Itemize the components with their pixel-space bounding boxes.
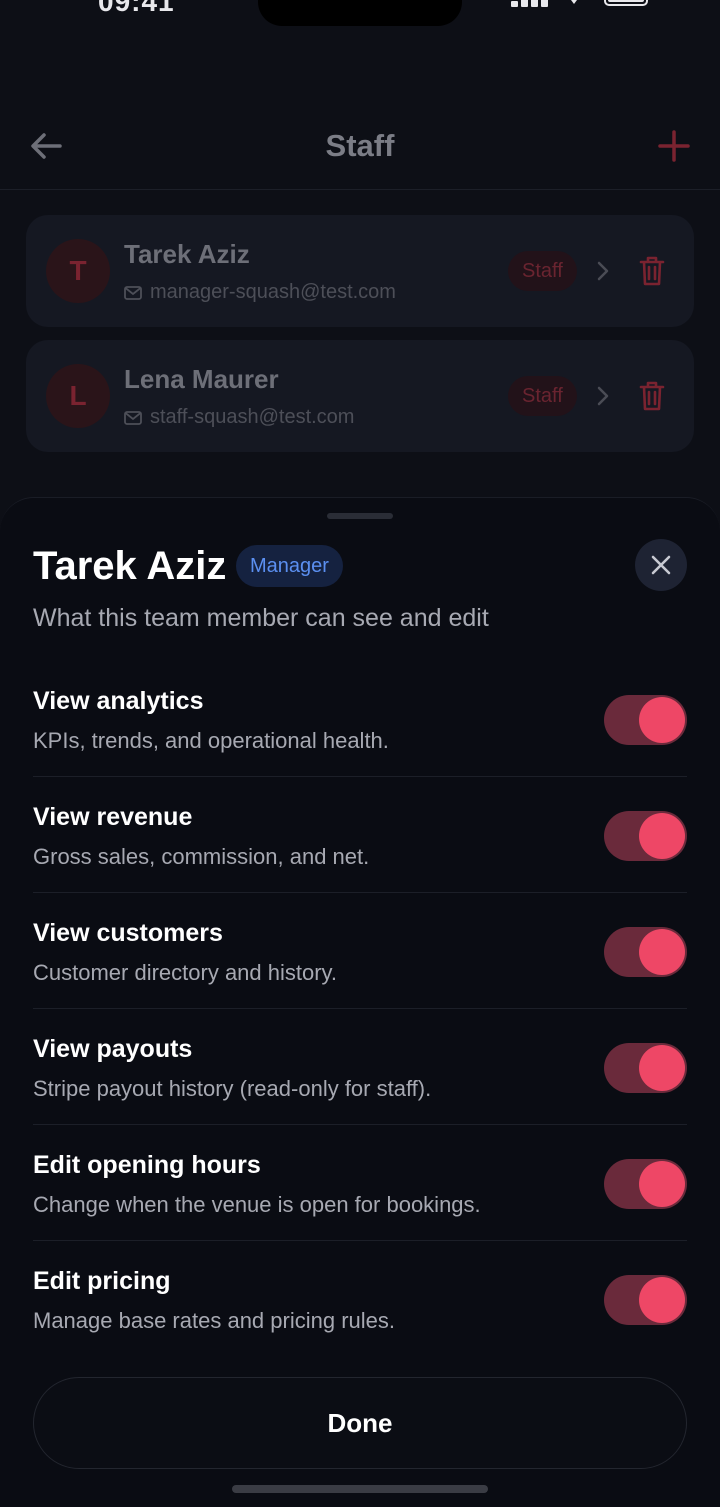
- permission-title: Edit opening hours: [33, 1151, 261, 1179]
- staff-card[interactable]: L Lena Maurer staff-squash@test.com Staf…: [26, 340, 694, 452]
- toggle-view-analytics[interactable]: [604, 695, 687, 745]
- permission-desc: Manage base rates and pricing rules.: [33, 1308, 395, 1333]
- toggle-knob: [639, 1277, 685, 1323]
- permission-row-edit-pricing: Edit pricing Manage base rates and prici…: [33, 1241, 687, 1357]
- toggle-knob: [639, 1045, 685, 1091]
- permission-list: View analytics KPIs, trends, and operati…: [33, 661, 687, 1357]
- done-button[interactable]: Done: [33, 1377, 687, 1469]
- signal-icon: [511, 0, 548, 7]
- permission-desc: Gross sales, commission, and net.: [33, 844, 370, 869]
- permission-row-view-revenue: View revenue Gross sales, commission, an…: [33, 777, 687, 893]
- permissions-sheet: Tarek Aziz Manager What this team member…: [0, 497, 720, 1507]
- toggle-view-revenue[interactable]: [604, 811, 687, 861]
- permission-title: View analytics: [33, 687, 204, 715]
- toggle-knob: [639, 929, 685, 975]
- dynamic-island: [258, 0, 462, 26]
- chevron-right-icon[interactable]: [596, 259, 610, 283]
- permission-title: Edit pricing: [33, 1267, 171, 1295]
- battery-icon: [604, 0, 648, 6]
- sheet-title: Tarek Aziz: [33, 544, 227, 588]
- staff-email-row: manager-squash@test.com: [124, 281, 396, 304]
- page-title: Staff: [325, 128, 395, 163]
- permission-title: View payouts: [33, 1035, 193, 1063]
- permission-desc: Customer directory and history.: [33, 960, 338, 985]
- permission-desc: KPIs, trends, and operational health.: [33, 728, 389, 753]
- close-icon: [651, 555, 671, 575]
- staff-name: Tarek Aziz: [124, 239, 250, 269]
- home-indicator: [232, 1485, 488, 1493]
- trash-icon[interactable]: [638, 255, 666, 287]
- toggle-edit-opening-hours[interactable]: [604, 1159, 687, 1209]
- sheet-subtitle: What this team member can see and edit: [33, 604, 489, 632]
- staff-email: manager-squash@test.com: [150, 281, 396, 303]
- role-badge: Staff: [508, 251, 577, 291]
- role-badge: Staff: [508, 376, 577, 416]
- avatar: L: [46, 364, 110, 428]
- staff-name: Lena Maurer: [124, 364, 279, 394]
- permission-title: View customers: [33, 919, 223, 947]
- toggle-view-customers[interactable]: [604, 927, 687, 977]
- toggle-edit-pricing[interactable]: [604, 1275, 687, 1325]
- trash-icon[interactable]: [638, 380, 666, 412]
- toggle-knob: [639, 813, 685, 859]
- nav-header: Staff: [0, 100, 720, 190]
- avatar: T: [46, 239, 110, 303]
- manager-badge: Manager: [236, 545, 343, 587]
- plus-icon[interactable]: [656, 128, 692, 164]
- sheet-grabber[interactable]: [327, 513, 393, 519]
- toggle-knob: [639, 697, 685, 743]
- close-button[interactable]: [635, 539, 687, 591]
- toggle-view-payouts[interactable]: [604, 1043, 687, 1093]
- permission-row-view-analytics: View analytics KPIs, trends, and operati…: [33, 661, 687, 777]
- permission-desc: Change when the venue is open for bookin…: [33, 1192, 481, 1217]
- toggle-knob: [639, 1161, 685, 1207]
- status-time: 09:41: [98, 0, 175, 17]
- mail-icon: [124, 410, 142, 425]
- staff-email: staff-squash@test.com: [150, 406, 355, 428]
- permission-desc: Stripe payout history (read-only for sta…: [33, 1076, 432, 1101]
- staff-card[interactable]: T Tarek Aziz manager-squash@test.com Sta…: [26, 215, 694, 327]
- permission-title: View revenue: [33, 803, 193, 831]
- mail-icon: [124, 285, 142, 300]
- staff-email-row: staff-squash@test.com: [124, 406, 354, 429]
- status-bar: 09:41: [0, 0, 720, 40]
- wifi-icon: [571, 0, 577, 4]
- chevron-right-icon[interactable]: [596, 384, 610, 408]
- permission-row-view-payouts: View payouts Stripe payout history (read…: [33, 1009, 687, 1125]
- permission-row-view-customers: View customers Customer directory and hi…: [33, 893, 687, 1009]
- permission-row-edit-opening-hours: Edit opening hours Change when the venue…: [33, 1125, 687, 1241]
